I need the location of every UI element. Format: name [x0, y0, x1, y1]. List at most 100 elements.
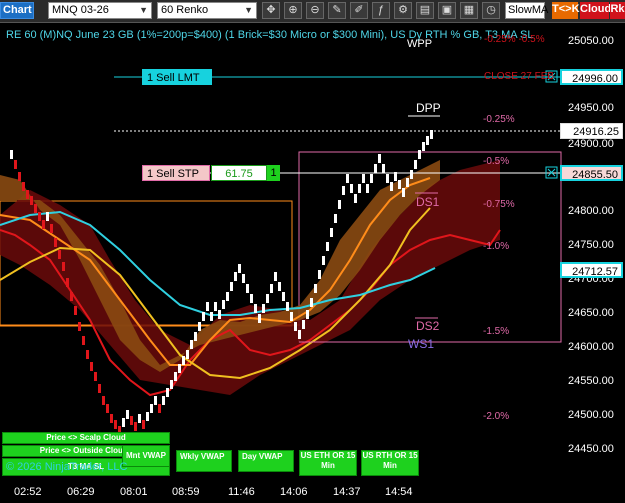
- renko-brick: [210, 312, 213, 321]
- renko-brick: [254, 304, 257, 313]
- renko-brick: [46, 212, 49, 221]
- renko-brick: [302, 320, 305, 329]
- renko-brick: [154, 396, 157, 405]
- slow-ma-button[interactable]: SlowMA: [505, 2, 548, 19]
- bar-type-selector[interactable]: 60 Renko ▼: [157, 2, 257, 19]
- renko-brick: [114, 420, 117, 429]
- ds1-label: DS1: [416, 195, 440, 209]
- indicators-icon[interactable]: ƒ: [372, 2, 390, 19]
- settings-icon[interactable]: ▣: [438, 2, 456, 19]
- renko-brick: [370, 174, 373, 183]
- rk-button[interactable]: Rk: [610, 2, 625, 19]
- properties-icon[interactable]: ▤: [416, 2, 434, 19]
- us-eth-or-button[interactable]: US ETH OR 15 Min: [299, 450, 357, 476]
- x-axis-label: 14:54: [385, 486, 413, 498]
- instrument-value: MNQ 03-26: [52, 4, 109, 16]
- renko-brick: [358, 184, 361, 193]
- price-chart[interactable]: [0, 22, 625, 503]
- tck-button[interactable]: T<>K: [552, 2, 580, 19]
- renko-brick: [82, 336, 85, 345]
- strategy-icon[interactable]: ⚙: [394, 2, 412, 19]
- renko-brick: [398, 180, 401, 189]
- percent-label: -0.25%: [483, 114, 515, 125]
- renko-brick: [294, 322, 297, 331]
- pencil-icon[interactable]: ✐: [350, 2, 368, 19]
- renko-brick: [178, 364, 181, 373]
- renko-brick: [274, 272, 277, 281]
- scalp-cloud-button[interactable]: Price <> Scalp Cloud: [2, 432, 170, 444]
- renko-brick: [286, 302, 289, 311]
- renko-brick: [298, 330, 301, 339]
- renko-brick: [62, 262, 65, 271]
- renko-brick: [290, 312, 293, 321]
- renko-brick: [266, 294, 269, 303]
- instrument-selector[interactable]: MNQ 03-26 ▼: [48, 2, 152, 19]
- renko-brick: [342, 186, 345, 195]
- wpp-label: WPP: [407, 38, 433, 50]
- renko-brick: [190, 340, 193, 349]
- renko-brick: [246, 284, 249, 293]
- renko-brick: [386, 174, 389, 183]
- renko-brick: [258, 314, 261, 323]
- renko-brick: [122, 418, 125, 427]
- x-axis-label: 06:29: [67, 486, 95, 498]
- y-axis-label: 24550.00: [568, 375, 614, 387]
- camera-icon[interactable]: ▦: [460, 2, 478, 19]
- renko-brick: [202, 312, 205, 321]
- renko-brick: [198, 322, 201, 331]
- zoom-out-icon[interactable]: ⊖: [306, 2, 324, 19]
- renko-brick: [130, 416, 133, 425]
- renko-brick: [66, 278, 69, 287]
- renko-brick: [214, 302, 217, 311]
- y-axis-label: 24600.00: [568, 341, 614, 353]
- stp-qty[interactable]: 1: [267, 165, 280, 181]
- y-axis-label: 24800.00: [568, 205, 614, 217]
- y-axis-label: 25050.00: [568, 35, 614, 47]
- percent-label: -0.5%: [483, 156, 510, 167]
- renko-brick: [354, 194, 357, 203]
- chart-tab-label[interactable]: Chart: [0, 2, 34, 19]
- renko-brick: [34, 204, 37, 213]
- renko-brick: [26, 190, 29, 199]
- cloud-button[interactable]: Cloud: [580, 2, 611, 19]
- renko-brick: [94, 372, 97, 381]
- ds2-label: DS2: [416, 319, 440, 333]
- sell-lmt-order[interactable]: 1 Sell LMT: [142, 69, 212, 85]
- renko-brick: [318, 270, 321, 279]
- wkly-vwap-button[interactable]: Wkly VWAP: [176, 450, 232, 472]
- renko-brick: [362, 174, 365, 183]
- renko-brick: [106, 404, 109, 413]
- x-axis-label: 02:52: [14, 486, 42, 498]
- x-axis-label: 08:59: [172, 486, 200, 498]
- renko-brick: [306, 310, 309, 319]
- close-level-label: CLOSE 27 FEB: [484, 71, 555, 82]
- renko-brick: [206, 302, 209, 311]
- mnt-vwap-button[interactable]: Mnt VWAP: [122, 445, 170, 467]
- renko-brick: [10, 150, 13, 159]
- day-vwap-button[interactable]: Day VWAP: [238, 450, 294, 472]
- copyright-text: © 2026 NinjaTrader, LLC: [6, 461, 128, 473]
- chart-title: RE 60 (M)NQ June 23 GB (1%=200p=$400) (1…: [6, 29, 534, 41]
- sell-stp-order[interactable]: 1 Sell STP: [142, 165, 210, 181]
- renko-brick: [174, 372, 177, 381]
- renko-brick: [378, 154, 381, 163]
- renko-brick: [430, 130, 433, 139]
- renko-brick: [102, 396, 105, 405]
- renko-brick: [242, 274, 245, 283]
- renko-brick: [142, 420, 145, 429]
- crosshair-icon[interactable]: ✥: [262, 2, 280, 19]
- renko-brick: [322, 256, 325, 265]
- stp-value[interactable]: 61.75: [211, 165, 267, 181]
- us-rth-or-button[interactable]: US RTH OR 15 Min: [361, 450, 419, 476]
- time-icon[interactable]: ◷: [482, 2, 500, 19]
- renko-brick: [230, 282, 233, 291]
- y-axis-label: 24450.00: [568, 443, 614, 455]
- zoom-in-icon[interactable]: ⊕: [284, 2, 302, 19]
- renko-brick: [234, 272, 237, 281]
- renko-brick: [270, 284, 273, 293]
- renko-brick: [350, 184, 353, 193]
- drawing-tools-icon[interactable]: ✎: [328, 2, 346, 19]
- renko-brick: [262, 304, 265, 313]
- last-price-box: 24916.25: [560, 123, 623, 139]
- renko-brick: [110, 414, 113, 423]
